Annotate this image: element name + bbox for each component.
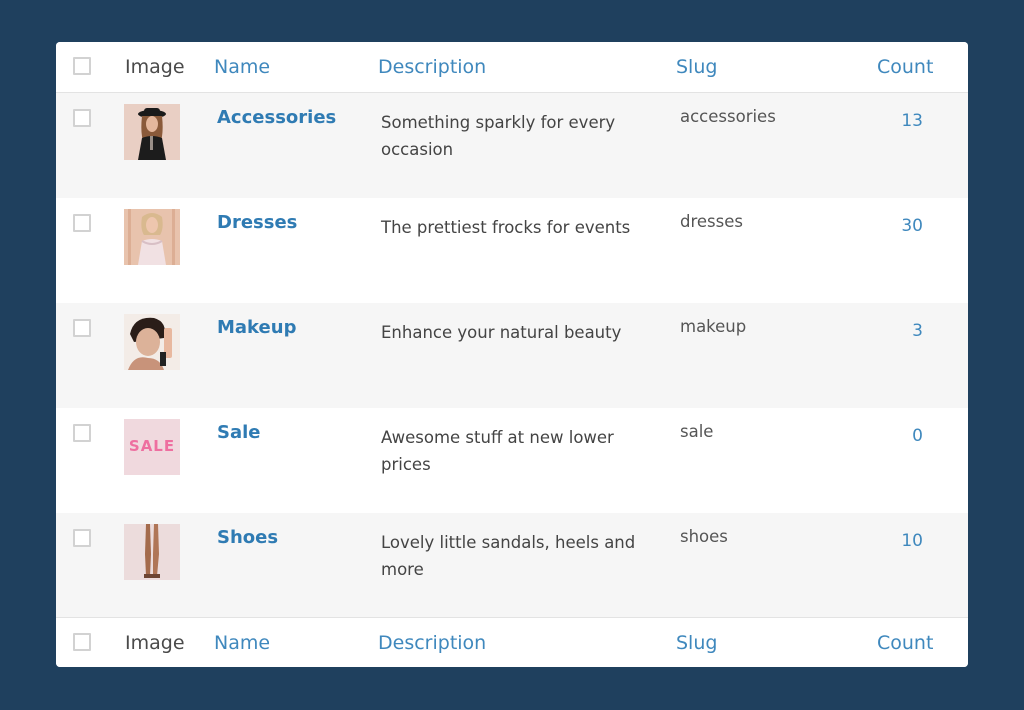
column-header-description[interactable]: Description [378, 56, 486, 78]
category-description: Enhance your natural beauty [381, 323, 622, 342]
column-header-image: Image [125, 56, 185, 78]
table-row: SALE Sale Awesome stuff at new lower pri… [56, 408, 968, 513]
table-footer: Image Name Description Slug Count [56, 617, 968, 667]
category-name-link[interactable]: Dresses [217, 212, 297, 233]
category-count-link[interactable]: 3 [912, 321, 923, 341]
category-description: The prettiest frocks for events [381, 218, 631, 237]
table-row: Shoes Lovely little sandals, heels and m… [56, 513, 968, 618]
category-slug: shoes [680, 527, 728, 546]
category-slug: dresses [680, 212, 743, 231]
column-footer-count[interactable]: Count [877, 632, 933, 654]
column-header-slug[interactable]: Slug [676, 56, 717, 78]
woman-in-dress-photo [124, 209, 180, 265]
category-name-link[interactable]: Makeup [217, 317, 296, 338]
category-description: Awesome stuff at new lower prices [381, 428, 614, 474]
column-header-name[interactable]: Name [214, 56, 270, 78]
category-description: Something sparkly for every occasion [381, 113, 616, 159]
column-footer-description[interactable]: Description [378, 632, 486, 654]
category-slug: makeup [680, 317, 747, 336]
column-header-count[interactable]: Count [877, 56, 933, 78]
table-row: Makeup Enhance your natural beauty makeu… [56, 303, 968, 408]
row-checkbox[interactable] [73, 109, 91, 127]
category-slug: sale [680, 422, 714, 441]
sale-badge-text: SALE [128, 437, 176, 455]
column-footer-slug[interactable]: Slug [676, 632, 717, 654]
row-checkbox[interactable] [73, 214, 91, 232]
row-checkbox[interactable] [73, 319, 91, 337]
table-row: Dresses The prettiest frocks for events … [56, 198, 968, 303]
table-header: Image Name Description Slug Count [56, 42, 968, 93]
select-all-checkbox[interactable] [73, 57, 91, 75]
table-row: Accessories Something sparkly for every … [56, 93, 968, 198]
category-count-link[interactable]: 0 [912, 426, 923, 446]
category-count-link[interactable]: 10 [901, 531, 923, 551]
category-slug: accessories [680, 107, 776, 126]
category-description: Lovely little sandals, heels and more [381, 533, 636, 579]
category-name-link[interactable]: Accessories [217, 107, 336, 128]
category-name-link[interactable]: Shoes [217, 527, 278, 548]
row-checkbox[interactable] [73, 424, 91, 442]
category-count-link[interactable]: 13 [901, 111, 923, 131]
category-name-link[interactable]: Sale [217, 422, 261, 443]
legs-in-shoes-photo [124, 524, 180, 580]
sale-badge: SALE [124, 419, 180, 475]
column-footer-name[interactable]: Name [214, 632, 270, 654]
row-checkbox[interactable] [73, 529, 91, 547]
woman-in-hat-photo [124, 104, 180, 160]
column-footer-image: Image [125, 632, 185, 654]
product-categories-table: Image Name Description Slug Count Access… [56, 42, 968, 667]
woman-makeup-photo [124, 314, 180, 370]
category-count-link[interactable]: 30 [901, 216, 923, 236]
select-all-checkbox-footer[interactable] [73, 633, 91, 651]
